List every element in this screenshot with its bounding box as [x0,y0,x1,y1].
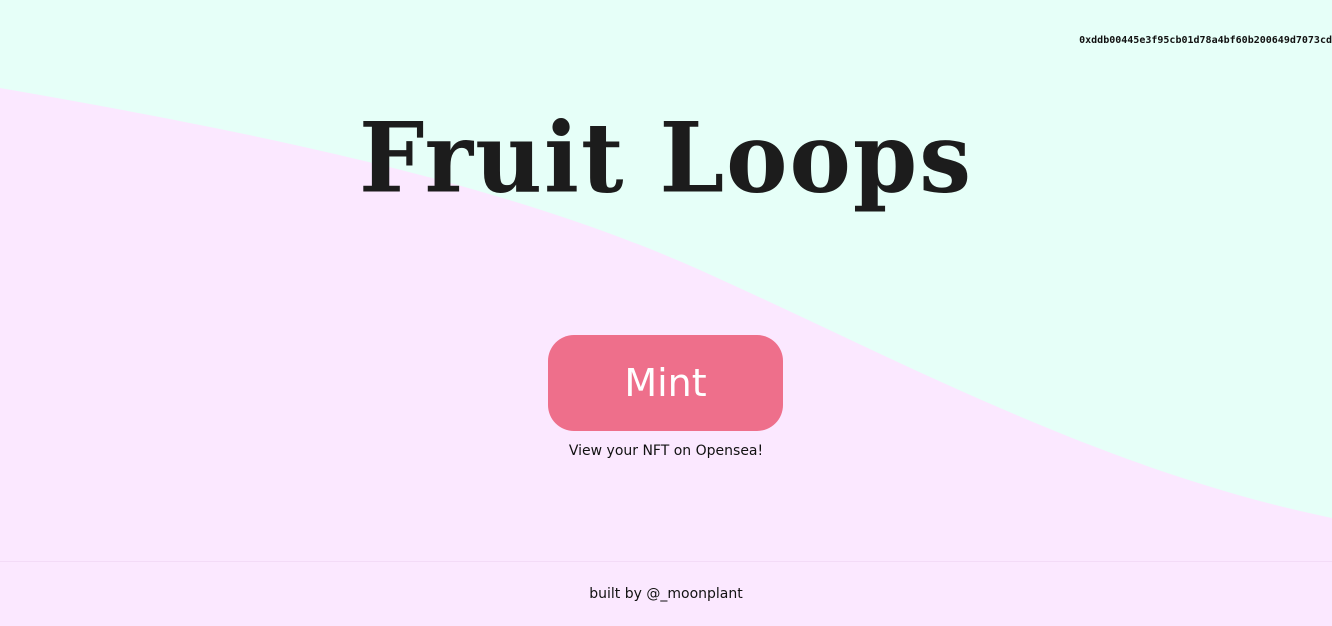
page-title: Fruit Loops [358,101,974,215]
footer: built by @_moonplant [0,561,1332,626]
mint-button[interactable]: Mint [548,335,783,431]
opensea-link[interactable]: View your NFT on Opensea! [0,443,1332,459]
background-wave [0,88,1332,626]
footer-credit: built by @_moonplant [589,586,743,602]
wallet-address: 0xddb00445e3f95cb01d78a4bf60b200649d7073… [1079,35,1332,46]
